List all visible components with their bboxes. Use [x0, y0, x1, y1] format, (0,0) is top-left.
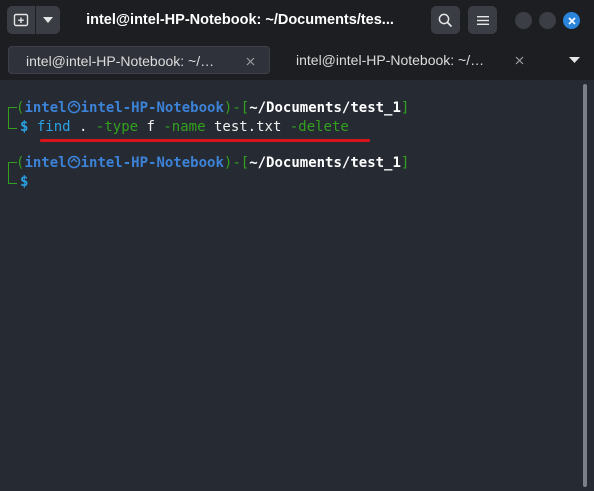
tab-1[interactable]: intel@intel-HP-Notebook: ~/… [8, 46, 270, 74]
prompt-path: ~/Documents/test_1 [249, 100, 401, 116]
prompt-path: ~/Documents/test_1 [249, 155, 401, 171]
prompt-host: intel-HP-Notebook [80, 155, 224, 171]
prompt-bracket: ] [400, 155, 410, 171]
scrollbar-thumb[interactable] [583, 84, 587, 487]
command-arg: f [146, 119, 155, 135]
close-icon [567, 16, 576, 25]
tab-bar: intel@intel-HP-Notebook: ~/… intel@intel… [0, 40, 594, 80]
prompt-host: intel-HP-Notebook [80, 100, 224, 116]
maximize-button[interactable] [539, 12, 556, 29]
prompt-bracket: ] [400, 100, 410, 116]
kali-skull-icon [67, 100, 81, 114]
menu-button[interactable] [468, 6, 497, 34]
tab-2[interactable]: intel@intel-HP-Notebook: ~/… [296, 46, 558, 74]
highlight-underline [40, 139, 370, 142]
command-option: -type [95, 119, 139, 135]
close-icon [515, 56, 523, 64]
title-bar: intel@intel-HP-Notebook: ~/Documents/tes… [0, 0, 594, 40]
tab-close-button[interactable] [243, 47, 257, 75]
prompt-separator: )-[ [223, 155, 250, 171]
prompt-frame [8, 118, 17, 129]
kali-skull-icon [67, 155, 81, 169]
prompt-line: (intel intel-HP-Notebook)-[~/Documents/te… [16, 153, 409, 173]
new-tab-button[interactable] [7, 6, 35, 34]
close-button[interactable] [563, 12, 580, 29]
search-icon [438, 13, 453, 27]
search-button[interactable] [431, 6, 460, 34]
new-tab-icon [13, 13, 29, 27]
chevron-down-icon [43, 17, 53, 23]
close-icon [246, 57, 254, 65]
prompt-frame [8, 173, 17, 184]
prompt-separator: )-[ [223, 100, 250, 116]
command-line: $ [20, 172, 28, 192]
command-line: $ find . -type f -name test.txt -delete [20, 117, 349, 137]
prompt-line: (intel intel-HP-Notebook)-[~/Documents/te… [16, 98, 409, 118]
command-name: find [36, 119, 71, 135]
command-arg: test.txt [213, 119, 282, 135]
command-option: -name [163, 119, 206, 135]
tab-label: intel@intel-HP-Notebook: ~/… [296, 52, 485, 68]
terminal-window: intel@intel-HP-Notebook: ~/Documents/tes… [0, 0, 594, 491]
tab-close-button[interactable] [512, 46, 526, 74]
tab-label: intel@intel-HP-Notebook: ~/… [26, 53, 215, 69]
prompt-user: intel [24, 155, 67, 171]
tab-list-button[interactable] [566, 53, 582, 67]
new-tab-dropdown-button[interactable] [36, 6, 60, 34]
prompt-dollar: $ [20, 174, 29, 190]
minimize-button[interactable] [515, 12, 532, 29]
command-option: -delete [289, 119, 349, 135]
prompt-user: intel [24, 100, 67, 116]
window-title: intel@intel-HP-Notebook: ~/Documents/tes… [86, 12, 394, 28]
chevron-down-icon [568, 57, 580, 63]
hamburger-icon [476, 15, 489, 25]
